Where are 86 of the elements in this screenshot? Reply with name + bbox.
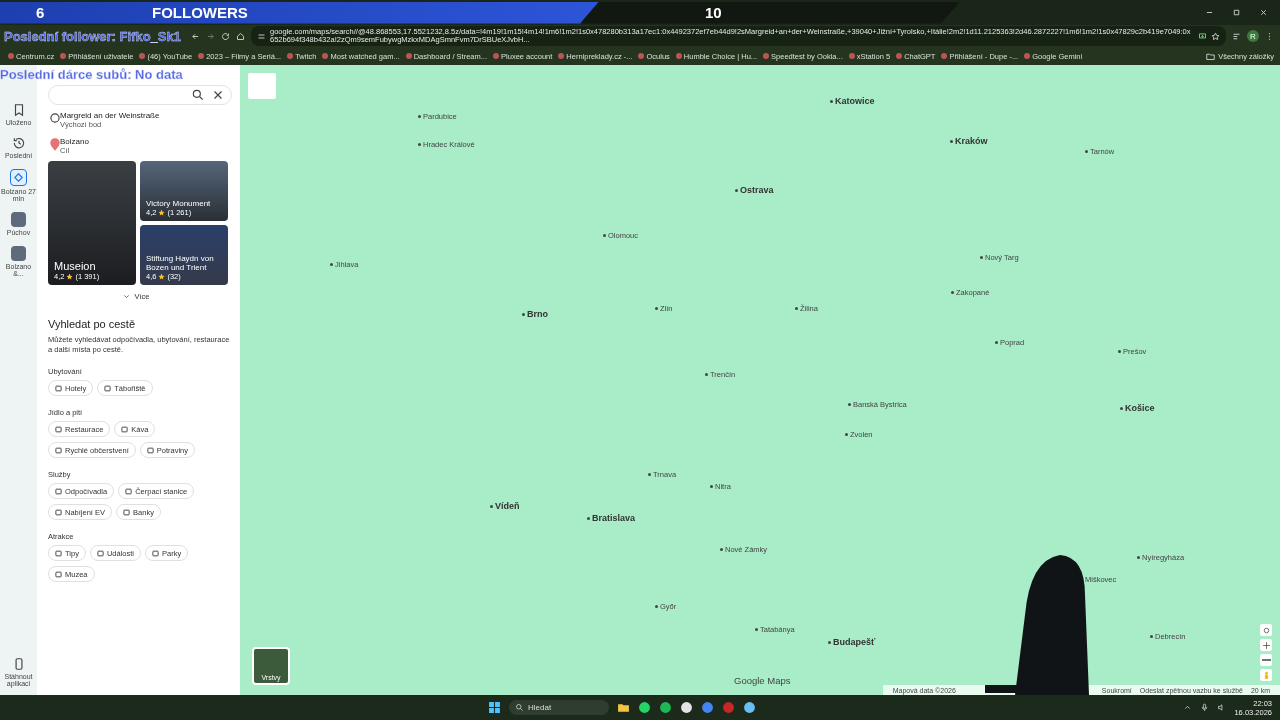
- site-icon: [941, 53, 948, 59]
- map-label: Kraków: [950, 136, 988, 146]
- restore-icon[interactable]: [1232, 8, 1241, 17]
- followers-label: FOLLOWERS: [152, 4, 248, 21]
- route-stop-name[interactable]: Bolzano: [60, 137, 240, 146]
- microphone-icon[interactable]: [1200, 703, 1210, 712]
- close-icon[interactable]: [1259, 8, 1268, 17]
- star-icon[interactable]: [1211, 31, 1220, 41]
- site-icon: [322, 53, 329, 59]
- category-icon: [55, 508, 62, 516]
- search-icon: [191, 88, 205, 102]
- app-icon[interactable]: [638, 701, 651, 714]
- route-stop-name[interactable]: Margreid an der Weinstraße: [60, 111, 240, 120]
- category-icon: [104, 384, 112, 392]
- map-label: Košice: [1120, 403, 1155, 413]
- place-thumbnail: [11, 246, 26, 261]
- zoom-in-button[interactable]: [1260, 639, 1272, 651]
- search-icon: [515, 703, 524, 712]
- map-label: Ostrava: [735, 185, 774, 195]
- category-icon: [55, 570, 62, 578]
- back-icon[interactable]: [191, 31, 200, 41]
- home-icon[interactable]: [236, 31, 245, 41]
- last-donor-text: Poslední dárce subů: No data: [0, 67, 183, 82]
- map-label: Katowice: [830, 96, 875, 106]
- chevron-down-icon: [122, 292, 132, 301]
- category-icon: [55, 446, 62, 454]
- site-icon: [493, 53, 500, 59]
- chevron-up-icon[interactable]: [1183, 703, 1193, 712]
- install-icon[interactable]: [1198, 31, 1207, 41]
- app-icon[interactable]: [743, 701, 756, 714]
- site-icon: [8, 53, 14, 59]
- category-icon: [96, 549, 104, 557]
- profile-avatar[interactable]: R: [1247, 30, 1259, 42]
- site-icon: [896, 53, 903, 59]
- follower-goal: 10: [705, 4, 722, 21]
- destination-pin-icon: [48, 137, 62, 151]
- site-icon: [60, 53, 67, 59]
- site-icon: [558, 53, 565, 59]
- site-icon: [139, 53, 146, 59]
- category-icon: [152, 549, 159, 557]
- site-info-icon[interactable]: [257, 31, 266, 41]
- star-icon: [66, 273, 74, 280]
- category-icon: [55, 425, 62, 433]
- folder-icon[interactable]: [1206, 51, 1216, 61]
- site-icon: [763, 53, 770, 59]
- section-heading: Vyhledat po cestě: [48, 318, 137, 330]
- app-icon[interactable]: [659, 701, 672, 714]
- map-label: Bratislava: [587, 513, 636, 523]
- zoom-out-button[interactable]: [1260, 654, 1272, 666]
- category-icon: [55, 549, 62, 557]
- minus-icon: [1261, 659, 1271, 661]
- locate-icon: [1261, 625, 1271, 635]
- start-point-icon: [48, 111, 62, 125]
- last-follower-text: Poslední follower: Fifko_Sk1: [4, 28, 181, 44]
- category-icon: [123, 508, 131, 516]
- map-brand: Google Maps: [734, 675, 791, 686]
- site-icon: [405, 53, 412, 59]
- taskbar-search[interactable]: Hledat: [509, 700, 609, 715]
- reading-list-icon[interactable]: [1232, 31, 1241, 41]
- star-icon: [158, 209, 166, 216]
- place-thumbnail: [11, 212, 26, 227]
- map-label: Vídeň: [490, 501, 520, 511]
- category-icon: [146, 446, 154, 454]
- folder-icon[interactable]: [617, 701, 630, 714]
- plus-icon: [1261, 640, 1271, 650]
- star-icon: [158, 273, 166, 280]
- category-icon: [55, 384, 62, 392]
- site-icon: [848, 53, 855, 59]
- category-icon: [125, 487, 133, 495]
- site-icon: [287, 53, 294, 59]
- reload-icon[interactable]: [221, 31, 230, 41]
- history-icon: [11, 136, 26, 150]
- site-icon: [198, 53, 205, 59]
- site-icon: [638, 53, 645, 59]
- forward-icon[interactable]: [206, 31, 215, 41]
- windows-icon[interactable]: [488, 701, 501, 714]
- app-icon[interactable]: [680, 701, 693, 714]
- category-icon: [121, 425, 129, 433]
- site-icon: [675, 53, 682, 59]
- category-icon: [55, 487, 62, 495]
- follower-count: 6: [36, 4, 46, 21]
- site-icon: [1024, 53, 1031, 59]
- map-label: Budapešť: [828, 637, 876, 647]
- locate-button[interactable]: [1260, 624, 1272, 636]
- directions-icon: [10, 169, 27, 186]
- map-label: Brno: [522, 309, 548, 319]
